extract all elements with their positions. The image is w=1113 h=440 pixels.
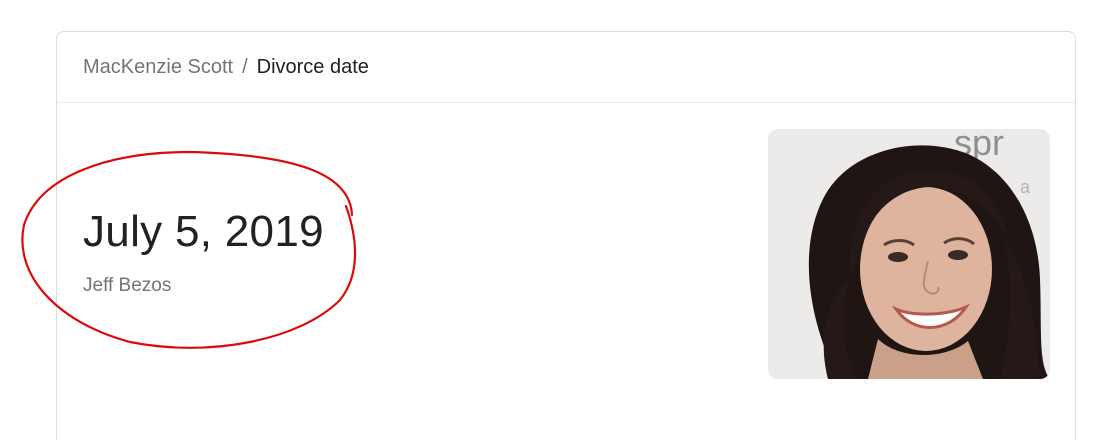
breadcrumb: MacKenzie Scott / Divorce date — [57, 32, 1075, 103]
page: MacKenzie Scott / Divorce date July 5, 2… — [0, 0, 1113, 440]
answer-date: July 5, 2019 — [83, 207, 324, 256]
breadcrumb-parent-link[interactable]: MacKenzie Scott — [83, 56, 233, 79]
person-photo[interactable]: spr a — [768, 129, 1050, 379]
portrait-image: spr a — [768, 129, 1050, 379]
backdrop-small-text: a — [1020, 177, 1031, 197]
breadcrumb-current: Divorce date — [256, 55, 369, 78]
answer-subtitle-link[interactable]: Jeff Bezos — [83, 275, 171, 297]
knowledge-answer-card: MacKenzie Scott / Divorce date July 5, 2… — [56, 31, 1076, 440]
breadcrumb-separator: / — [242, 55, 248, 78]
